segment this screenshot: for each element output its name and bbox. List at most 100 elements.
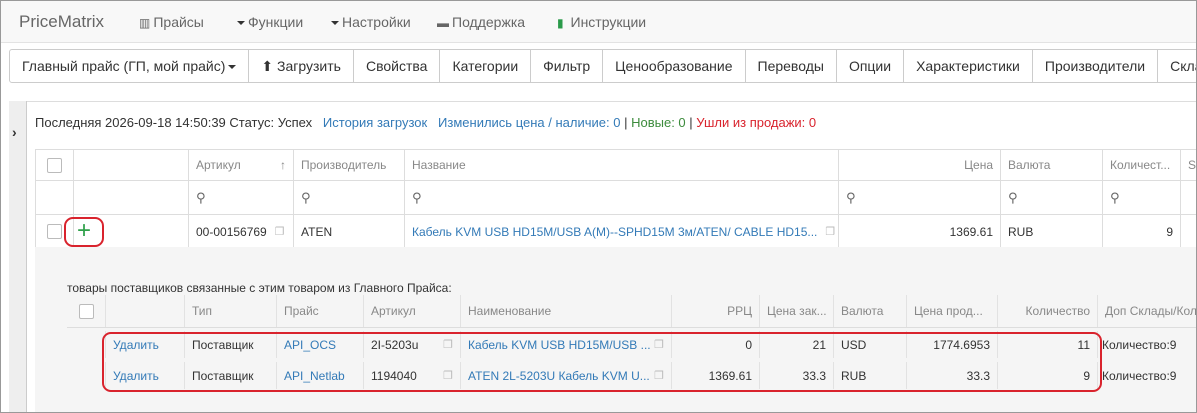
warehouses-button[interactable]: Скла [1157,49,1196,83]
filter-cell [36,181,74,214]
copy-icon[interactable]: ❐ [275,225,285,238]
chevron-right-icon: › [12,124,17,140]
search-icon: ⚲ [196,189,206,205]
filter-button[interactable]: Фильтр [530,49,604,83]
article-value: 00-00156769 [196,224,267,239]
column-header-purchase-price[interactable]: Цена зак... [760,295,834,327]
expand-row-button[interactable]: + [64,217,104,247]
upload-button[interactable]: ⬆ Загрузить [248,49,354,83]
nav-instructions[interactable]: ▮ Инструкции [557,14,646,30]
article-cell: 00-00156769 ❐ [189,215,294,248]
expand-header [74,150,189,180]
grid-header-row: Артикул ↑ Производитель Название Цена Вал… [35,149,1196,181]
select-all-cell [67,295,106,327]
nav-support-label: Поддержка [452,14,526,30]
linked-items-title: товары поставщиков связанные с этим това… [67,281,452,295]
column-header-name[interactable]: Наименование [461,295,672,327]
search-icon: ⚲ [412,189,422,205]
currency-filter[interactable]: ⚲ [1001,181,1103,214]
options-button[interactable]: Опции [835,49,905,83]
book-icon: ▮ [557,16,564,30]
manufacturer-cell: ATEN [294,215,405,248]
nav-functions[interactable]: Функции [237,14,303,30]
column-header-rrp[interactable]: РРЦ [672,295,760,327]
extra-warehouses-cell: Количество:9 [1098,362,1196,389]
column-header-currency[interactable]: Валюта [1001,150,1103,180]
new-count[interactable]: Новые: 0 [631,115,686,130]
copy-icon[interactable]: ❐ [825,225,835,238]
nav-instructions-label: Инструкции [570,14,647,30]
column-header-extra[interactable]: Sk [1181,150,1196,180]
changed-count[interactable]: Изменились цена / наличие: 0 [438,115,620,130]
action-header [106,295,185,327]
extra-warehouses-cell: Количество:9 [1098,331,1196,358]
translations-button[interactable]: Переводы [744,49,837,83]
last-upload-status: Последняя 2026-09-18 14:50:39 Статус: Ус… [35,115,313,130]
properties-button[interactable]: Свойства [352,49,441,83]
nav-functions-label: Функции [248,14,304,30]
quantity-cell: 9 [1103,215,1181,248]
gone-count[interactable]: Ушли из продажи: 0 [696,115,816,130]
upload-icon: ⬆ [261,58,274,74]
search-icon: ⚲ [301,189,311,205]
search-icon: ⚲ [1008,189,1018,205]
upload-status: Последняя 2026-09-18 14:50:39 Статус: Ус… [35,115,816,130]
column-header-article[interactable]: Артикул ↑ [189,150,294,180]
column-header-name[interactable]: Название [405,150,839,180]
column-header-extra-warehouses[interactable]: Доп Склады/Кол [1098,295,1196,327]
nav-settings-label: Настройки [342,14,411,30]
upload-label: Загрузить [277,58,341,74]
price-filter[interactable]: ⚲ [839,181,1001,214]
name-filter[interactable]: ⚲ [405,181,839,214]
column-header-sale-price[interactable]: Цена прод... [907,295,998,327]
manufacturer-filter[interactable]: ⚲ [294,181,405,214]
search-icon: ⚲ [846,189,856,205]
filter-cell [74,181,189,214]
column-header-price[interactable]: Цена [839,150,1001,180]
extra-filter[interactable] [1181,181,1196,214]
nav-support[interactable]: ▬ Поддержка [437,14,525,30]
linked-header-row: Тип Прайс Артикул Наименование РРЦ Цена … [67,295,1196,328]
nav-prices-label: Прайсы [153,14,204,30]
top-navbar: PriceMatrix ▥ Прайсы Функции Настройки ▬ П… [1,1,1196,43]
brand-logo[interactable]: PriceMatrix [19,12,104,32]
price-cell: 1369.61 [839,215,1001,248]
column-header-type[interactable]: Тип [185,295,277,327]
column-header-price-list[interactable]: Прайс [277,295,364,327]
caret-down-icon [228,65,237,70]
barcode-icon: ▥ [139,16,151,30]
app-window: PriceMatrix ▥ Прайсы Функции Настройки ▬ П… [0,0,1197,413]
row-checkbox[interactable] [47,224,62,239]
quantity-filter[interactable]: ⚲ [1103,181,1181,214]
separator: | [624,115,628,130]
row-spacer [67,331,106,358]
select-all-checkbox[interactable] [47,157,62,173]
row-spacer [67,362,106,389]
column-header-quantity[interactable]: Количест... [1103,150,1181,180]
history-link[interactable]: История загрузок [323,115,427,130]
categories-button[interactable]: Категории [439,49,532,83]
nav-settings[interactable]: Настройки [331,14,411,30]
grid-filter-row: ⚲ ⚲ ⚲ ⚲ ⚲ ⚲ [35,181,1196,215]
table-row: 00-00156769 ❐ ATEN Кабель KVM USB HD15M/U… [35,215,1196,249]
chat-icon: ▬ [437,16,449,30]
column-header-manufacturer[interactable]: Производитель [294,150,405,180]
column-header-article[interactable]: Артикул [364,295,461,327]
pricing-button[interactable]: Ценообразование [602,49,746,83]
article-filter[interactable]: ⚲ [189,181,294,214]
column-header-quantity[interactable]: Количество [998,295,1098,327]
select-all-cell [36,150,74,180]
toolbar: Главный прайс (ГП, мой прайс) ⬆ Загрузит… [9,49,1196,83]
plus-icon: + [76,217,91,244]
search-icon: ⚲ [1110,189,1120,205]
product-name-link[interactable]: Кабель KVM USB HD15M/USB A(M)--SPHD15M 3… [412,225,817,239]
column-header-currency[interactable]: Валюта [834,295,907,327]
select-all-checkbox[interactable] [78,303,94,319]
manufacturers-button[interactable]: Производители [1031,49,1159,83]
sort-asc-icon: ↑ [280,158,286,172]
extra-cell [1181,215,1196,248]
main-price-dropdown[interactable]: Главный прайс (ГП, мой прайс) [9,49,250,83]
sidebar-toggle[interactable]: › [9,101,27,412]
characteristics-button[interactable]: Характеристики [903,49,1033,83]
nav-prices[interactable]: ▥ Прайсы [139,14,204,30]
